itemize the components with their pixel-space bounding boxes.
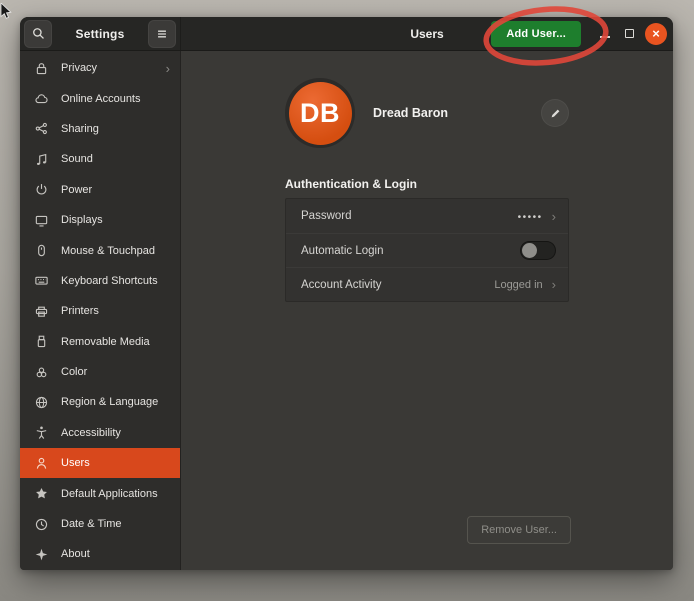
- auth-section-title: Authentication & Login: [285, 177, 569, 191]
- sidebar-item-region-language[interactable]: Region & Language: [20, 387, 180, 417]
- sidebar-item-label: Mouse & Touchpad: [61, 245, 170, 257]
- power-icon: [34, 182, 49, 197]
- close-button[interactable]: ×: [645, 23, 667, 45]
- sidebar-item-label: Date & Time: [61, 518, 170, 530]
- globe-icon: [34, 395, 49, 410]
- keyboard-icon: [34, 273, 49, 288]
- sidebar-item-label: Sharing: [61, 123, 170, 135]
- pencil-icon: [549, 107, 562, 120]
- sidebar: Privacy › Online Accounts Sharing Sound: [20, 51, 181, 570]
- sidebar-item-label: Keyboard Shortcuts: [61, 275, 170, 287]
- accessibility-icon: [34, 425, 49, 440]
- minimize-button[interactable]: [593, 20, 617, 48]
- edit-name-button[interactable]: [541, 99, 569, 127]
- sidebar-item-removable-media[interactable]: Removable Media: [20, 327, 180, 357]
- lock-icon: [34, 61, 49, 76]
- desktop: Settings Users Add User... ×: [0, 0, 694, 601]
- sidebar-item-online-accounts[interactable]: Online Accounts: [20, 83, 180, 113]
- avatar-ring: DB: [285, 78, 355, 148]
- color-icon: [34, 365, 49, 380]
- display-icon: [34, 213, 49, 228]
- sidebar-item-label: Color: [61, 366, 170, 378]
- starburst-icon: [34, 547, 49, 562]
- sidebar-item-label: Sound: [61, 153, 170, 165]
- headerbar: Settings Users Add User... ×: [20, 17, 673, 51]
- sidebar-item-label: Removable Media: [61, 336, 170, 348]
- headerbar-right: Users Add User... ×: [181, 17, 673, 50]
- account-activity-value: Logged in: [494, 279, 542, 291]
- automatic-login-label: Automatic Login: [301, 245, 520, 257]
- hamburger-icon: [155, 27, 169, 41]
- sidebar-item-mouse-touchpad[interactable]: Mouse & Touchpad: [20, 235, 180, 265]
- usb-icon: [34, 334, 49, 349]
- chevron-right-icon: ›: [166, 61, 170, 76]
- sidebar-item-label: Users: [61, 457, 170, 469]
- sidebar-item-privacy[interactable]: Privacy ›: [20, 53, 180, 83]
- sidebar-item-sharing[interactable]: Sharing: [20, 114, 180, 144]
- sidebar-item-label: Printers: [61, 305, 170, 317]
- password-label: Password: [301, 210, 518, 222]
- minimize-icon: [600, 36, 610, 38]
- password-row[interactable]: Password ••••• ›: [286, 199, 568, 233]
- sidebar-item-date-time[interactable]: Date & Time: [20, 509, 180, 539]
- mouse-icon: [34, 243, 49, 258]
- sidebar-item-color[interactable]: Color: [20, 357, 180, 387]
- chevron-right-icon: ›: [552, 277, 556, 292]
- sidebar-item-label: About: [61, 548, 170, 560]
- toggle-knob: [522, 243, 537, 258]
- sidebar-item-displays[interactable]: Displays: [20, 205, 180, 235]
- maximize-icon: [625, 29, 634, 38]
- close-icon: ×: [652, 27, 660, 40]
- sidebar-item-label: Online Accounts: [61, 93, 170, 105]
- add-user-button[interactable]: Add User...: [491, 21, 581, 47]
- automatic-login-toggle[interactable]: [520, 241, 556, 260]
- window-controls: ×: [593, 20, 667, 48]
- sidebar-item-accessibility[interactable]: Accessibility: [20, 418, 180, 448]
- password-value: •••••: [518, 212, 543, 223]
- sidebar-item-default-applications[interactable]: Default Applications: [20, 478, 180, 508]
- account-activity-row[interactable]: Account Activity Logged in ›: [286, 267, 568, 301]
- music-note-icon: [34, 152, 49, 167]
- sidebar-item-label: Power: [61, 184, 170, 196]
- search-button[interactable]: [24, 20, 52, 48]
- profile-header: DB Dread Baron: [285, 78, 569, 148]
- chevron-right-icon: ›: [552, 209, 556, 224]
- auth-rows: Password ••••• › Automatic Login Account…: [285, 198, 569, 302]
- headerbar-left: Settings: [20, 17, 181, 50]
- sidebar-item-printers[interactable]: Printers: [20, 296, 180, 326]
- settings-window: Settings Users Add User... ×: [20, 17, 673, 570]
- sidebar-item-label: Accessibility: [61, 427, 170, 439]
- person-icon: [34, 456, 49, 471]
- sidebar-item-label: Default Applications: [61, 488, 170, 500]
- star-icon: [34, 486, 49, 501]
- user-name: Dread Baron: [373, 106, 541, 120]
- cloud-icon: [34, 91, 49, 106]
- sidebar-item-label: Region & Language: [61, 396, 170, 408]
- sidebar-item-keyboard-shortcuts[interactable]: Keyboard Shortcuts: [20, 266, 180, 296]
- share-icon: [34, 121, 49, 136]
- mouse-cursor-icon: [0, 3, 14, 23]
- sidebar-item-users[interactable]: Users: [20, 448, 180, 478]
- sidebar-item-label: Displays: [61, 214, 170, 226]
- avatar: DB: [289, 82, 352, 145]
- users-panel: DB Dread Baron Authentication & Login Pa…: [181, 51, 673, 570]
- maximize-button[interactable]: [617, 20, 641, 48]
- sidebar-item-power[interactable]: Power: [20, 175, 180, 205]
- sidebar-item-label: Privacy: [61, 62, 166, 74]
- printer-icon: [34, 304, 49, 319]
- menu-button[interactable]: [148, 20, 176, 48]
- clock-icon: [34, 517, 49, 532]
- remove-user-button[interactable]: Remove User...: [467, 516, 571, 544]
- sidebar-item-about[interactable]: About: [20, 539, 180, 569]
- automatic-login-row: Automatic Login: [286, 233, 568, 267]
- app-title: Settings: [76, 27, 125, 41]
- sidebar-item-sound[interactable]: Sound: [20, 144, 180, 174]
- account-activity-label: Account Activity: [301, 279, 494, 291]
- search-icon: [31, 26, 46, 41]
